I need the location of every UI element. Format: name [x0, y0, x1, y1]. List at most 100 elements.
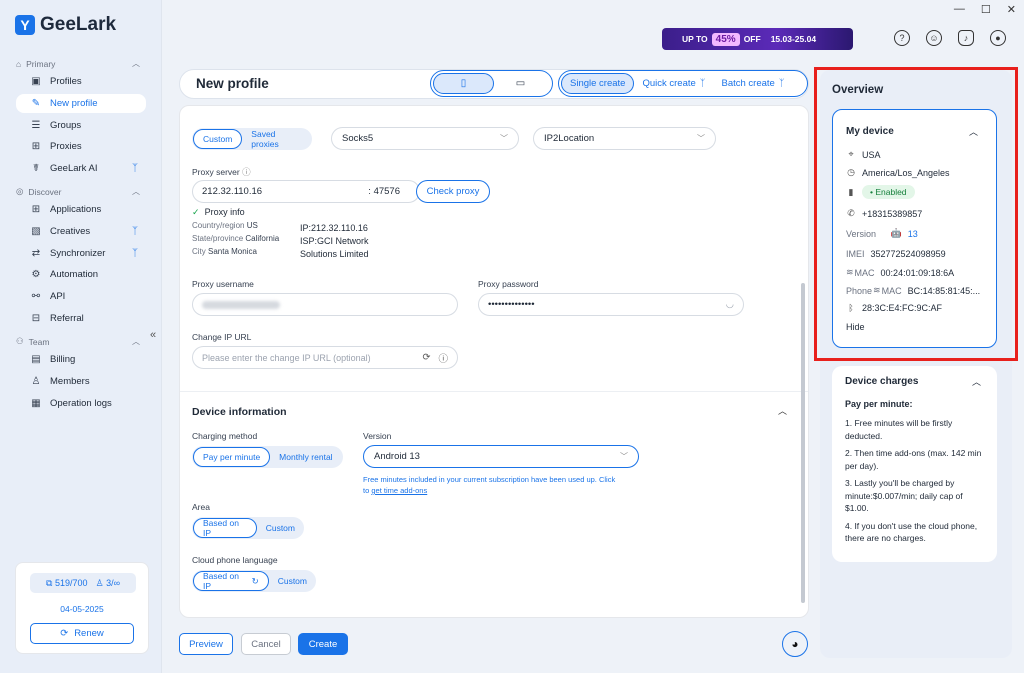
support-icon[interactable]: ☺ [926, 30, 942, 46]
promo-banner[interactable]: UP TO 45% OFF 15.03-25.04 [662, 28, 853, 50]
sidebar-item-synchronizer[interactable]: ⇄ Synchronizer ᛉ [16, 244, 146, 263]
chevron-up-icon: ︿ [132, 187, 140, 196]
version-label: Version [363, 431, 392, 441]
chevron-down-icon: ﹀ [697, 134, 705, 143]
proxy-type-select[interactable]: Socks5 ﹀ [331, 127, 519, 150]
tab-area-custom[interactable]: Custom [257, 518, 304, 538]
preview-button[interactable]: Preview [179, 633, 233, 655]
bell-icon[interactable]: ♪ [958, 30, 974, 46]
change-ip-label: Change IP URL [192, 332, 252, 342]
sidebar-item-geelark-ai[interactable]: ☤ GeeLark AI ᛉ [16, 159, 146, 178]
edit-icon: ✎ [31, 98, 41, 109]
chevron-up-icon: ︿ [132, 337, 140, 346]
proxy-password-label: Proxy password [478, 279, 539, 289]
sidebar-item-automation[interactable]: ⚙ Automation [16, 265, 146, 284]
proxy-username-label: Proxy username [192, 279, 254, 289]
sidebar-item-members[interactable]: ♙ Members [16, 372, 146, 391]
tab-quick-create[interactable]: Quick create ᛉ [634, 73, 713, 94]
proxy-port-input[interactable]: : 47576 [368, 186, 400, 197]
sidebar-item-groups[interactable]: ☰ Groups [16, 116, 146, 135]
info-icon[interactable]: ⓘ [438, 351, 448, 365]
main-scrollbar[interactable] [801, 283, 805, 603]
usage-card: ⧉ 519/700 ♙ 3/∞ 04-05-2025 ⟳ Renew [15, 562, 149, 654]
device-type-toggle: ▯ ▭ [430, 70, 553, 97]
sidebar-item-proxies[interactable]: ⊞ Proxies [16, 137, 146, 156]
tab-single-create[interactable]: Single create [561, 73, 635, 94]
new-badge-icon: ᛉ [778, 78, 785, 89]
tab-pay-per-minute[interactable]: Pay per minute [193, 447, 271, 467]
apps-icon: ⊞ [31, 204, 41, 215]
top-toolbar: ? ☺ ♪ ● [894, 30, 1006, 46]
nav-section-discover[interactable]: ◎ Discover ︿ [16, 186, 140, 197]
nav-section-team[interactable]: ⚇ Team ︿ [16, 336, 140, 347]
phone-option[interactable]: ▯ [433, 73, 494, 94]
new-badge-icon: ᛉ [132, 248, 138, 259]
collapse-device-info-icon[interactable]: ︿ [778, 404, 787, 417]
sync-icon: ⇄ [31, 248, 41, 259]
list-item: 4. If you don't use the cloud phone, the… [845, 520, 978, 544]
account-icon[interactable]: ● [990, 30, 1006, 46]
api-icon: ⚯ [31, 291, 41, 302]
tab-monthly-rental[interactable]: Monthly rental [270, 447, 341, 467]
tab-batch-create[interactable]: Batch create ᛉ [713, 73, 792, 94]
creatives-icon: ▧ [31, 226, 41, 237]
change-ip-input[interactable]: Please enter the change IP URL (optional… [192, 346, 458, 369]
team-icon: ⚇ [16, 336, 24, 346]
list-item: 1. Free minutes will be firstly deducted… [845, 418, 953, 441]
tab-area-based-on-ip[interactable]: Based on IP [193, 518, 257, 538]
check-proxy-button[interactable]: Check proxy [416, 180, 490, 203]
free-minutes-notice: Free minutes included in your current su… [363, 475, 616, 495]
proxy-host-input[interactable]: 212.32.110.16 [202, 186, 262, 197]
help-icon[interactable]: ⓘ [242, 167, 251, 177]
sidebar-item-operation-logs[interactable]: ▦ Operation logs [16, 394, 146, 413]
user-icon: ♙ [95, 577, 104, 588]
gift-icon: ⊟ [31, 313, 41, 324]
maximize-button[interactable]: ☐ [981, 3, 991, 16]
collapse-sidebar-icon[interactable]: « [150, 329, 156, 341]
sidebar-item-applications[interactable]: ⊞ Applications [16, 200, 146, 219]
tab-saved-proxies[interactable]: Saved proxies [242, 129, 312, 149]
tab-language-custom[interactable]: Custom [269, 571, 316, 591]
assistant-icon[interactable]: ◕ [782, 631, 808, 657]
sidebar-item-creatives[interactable]: ▧ Creatives ᛉ [16, 222, 146, 241]
profiles-usage: ⧉ 519/700 [45, 577, 88, 588]
proxy-state: State/province California [192, 234, 280, 243]
eye-closed-icon[interactable]: ◡ [726, 299, 734, 310]
new-badge-icon: ᛉ [132, 163, 138, 174]
sidebar-item-referral[interactable]: ⊟ Referral [16, 309, 146, 328]
close-button[interactable]: ✕ [1007, 3, 1016, 16]
proxy-country: Country/region US [192, 221, 258, 230]
app-name: GeeLark [40, 14, 117, 35]
create-button[interactable]: Create [298, 633, 348, 655]
collapse-charges-icon[interactable]: ︿ [972, 375, 981, 388]
expiry-date: 04-05-2025 [60, 604, 104, 614]
desktop-option[interactable]: ▭ [490, 73, 551, 94]
tab-custom-proxy[interactable]: Custom [193, 129, 243, 149]
minimize-button[interactable]: — [954, 3, 965, 16]
proxy-server-label: Proxy server ⓘ [192, 167, 251, 177]
refresh-icon[interactable]: ⟳ [423, 352, 431, 363]
proxy-password-input[interactable]: •••••••••••••• ◡ [478, 293, 744, 316]
android-version-select[interactable]: Android 13 ﹀ [363, 445, 639, 468]
billing-icon: ▤ [31, 354, 41, 365]
proxy-username-input[interactable] [192, 293, 458, 316]
sidebar-item-api[interactable]: ⚯ API [16, 287, 146, 306]
device-charges-card: Device charges ︿ Pay per minute: 1. Free… [832, 366, 997, 562]
ip-lookup-select[interactable]: IP2Location ﹀ [533, 127, 716, 150]
chevron-up-icon: ︿ [132, 59, 140, 68]
device-info-title: Device information [192, 406, 287, 418]
get-time-addons-link[interactable]: get time add-ons [371, 486, 427, 495]
sidebar-item-billing[interactable]: ▤ Billing [16, 350, 146, 369]
sidebar-item-new-profile[interactable]: ✎ New profile [16, 94, 146, 113]
cancel-button[interactable]: Cancel [241, 633, 291, 655]
help-icon[interactable]: ? [894, 30, 910, 46]
phone-icon: ▯ [460, 78, 467, 89]
automation-icon: ⚙ [31, 269, 41, 280]
sidebar-item-profiles[interactable]: ▣ Profiles [16, 72, 146, 91]
renew-button[interactable]: ⟳ Renew [30, 623, 134, 644]
tab-language-based-on-ip[interactable]: Based on IP ↻ [193, 571, 269, 591]
language-tabs: Based on IP ↻ Custom [192, 570, 316, 592]
nav-section-primary[interactable]: ⌂ Primary ︿ [16, 58, 140, 69]
area-label: Area [192, 502, 210, 512]
charges-subtitle: Pay per minute: [845, 399, 913, 409]
